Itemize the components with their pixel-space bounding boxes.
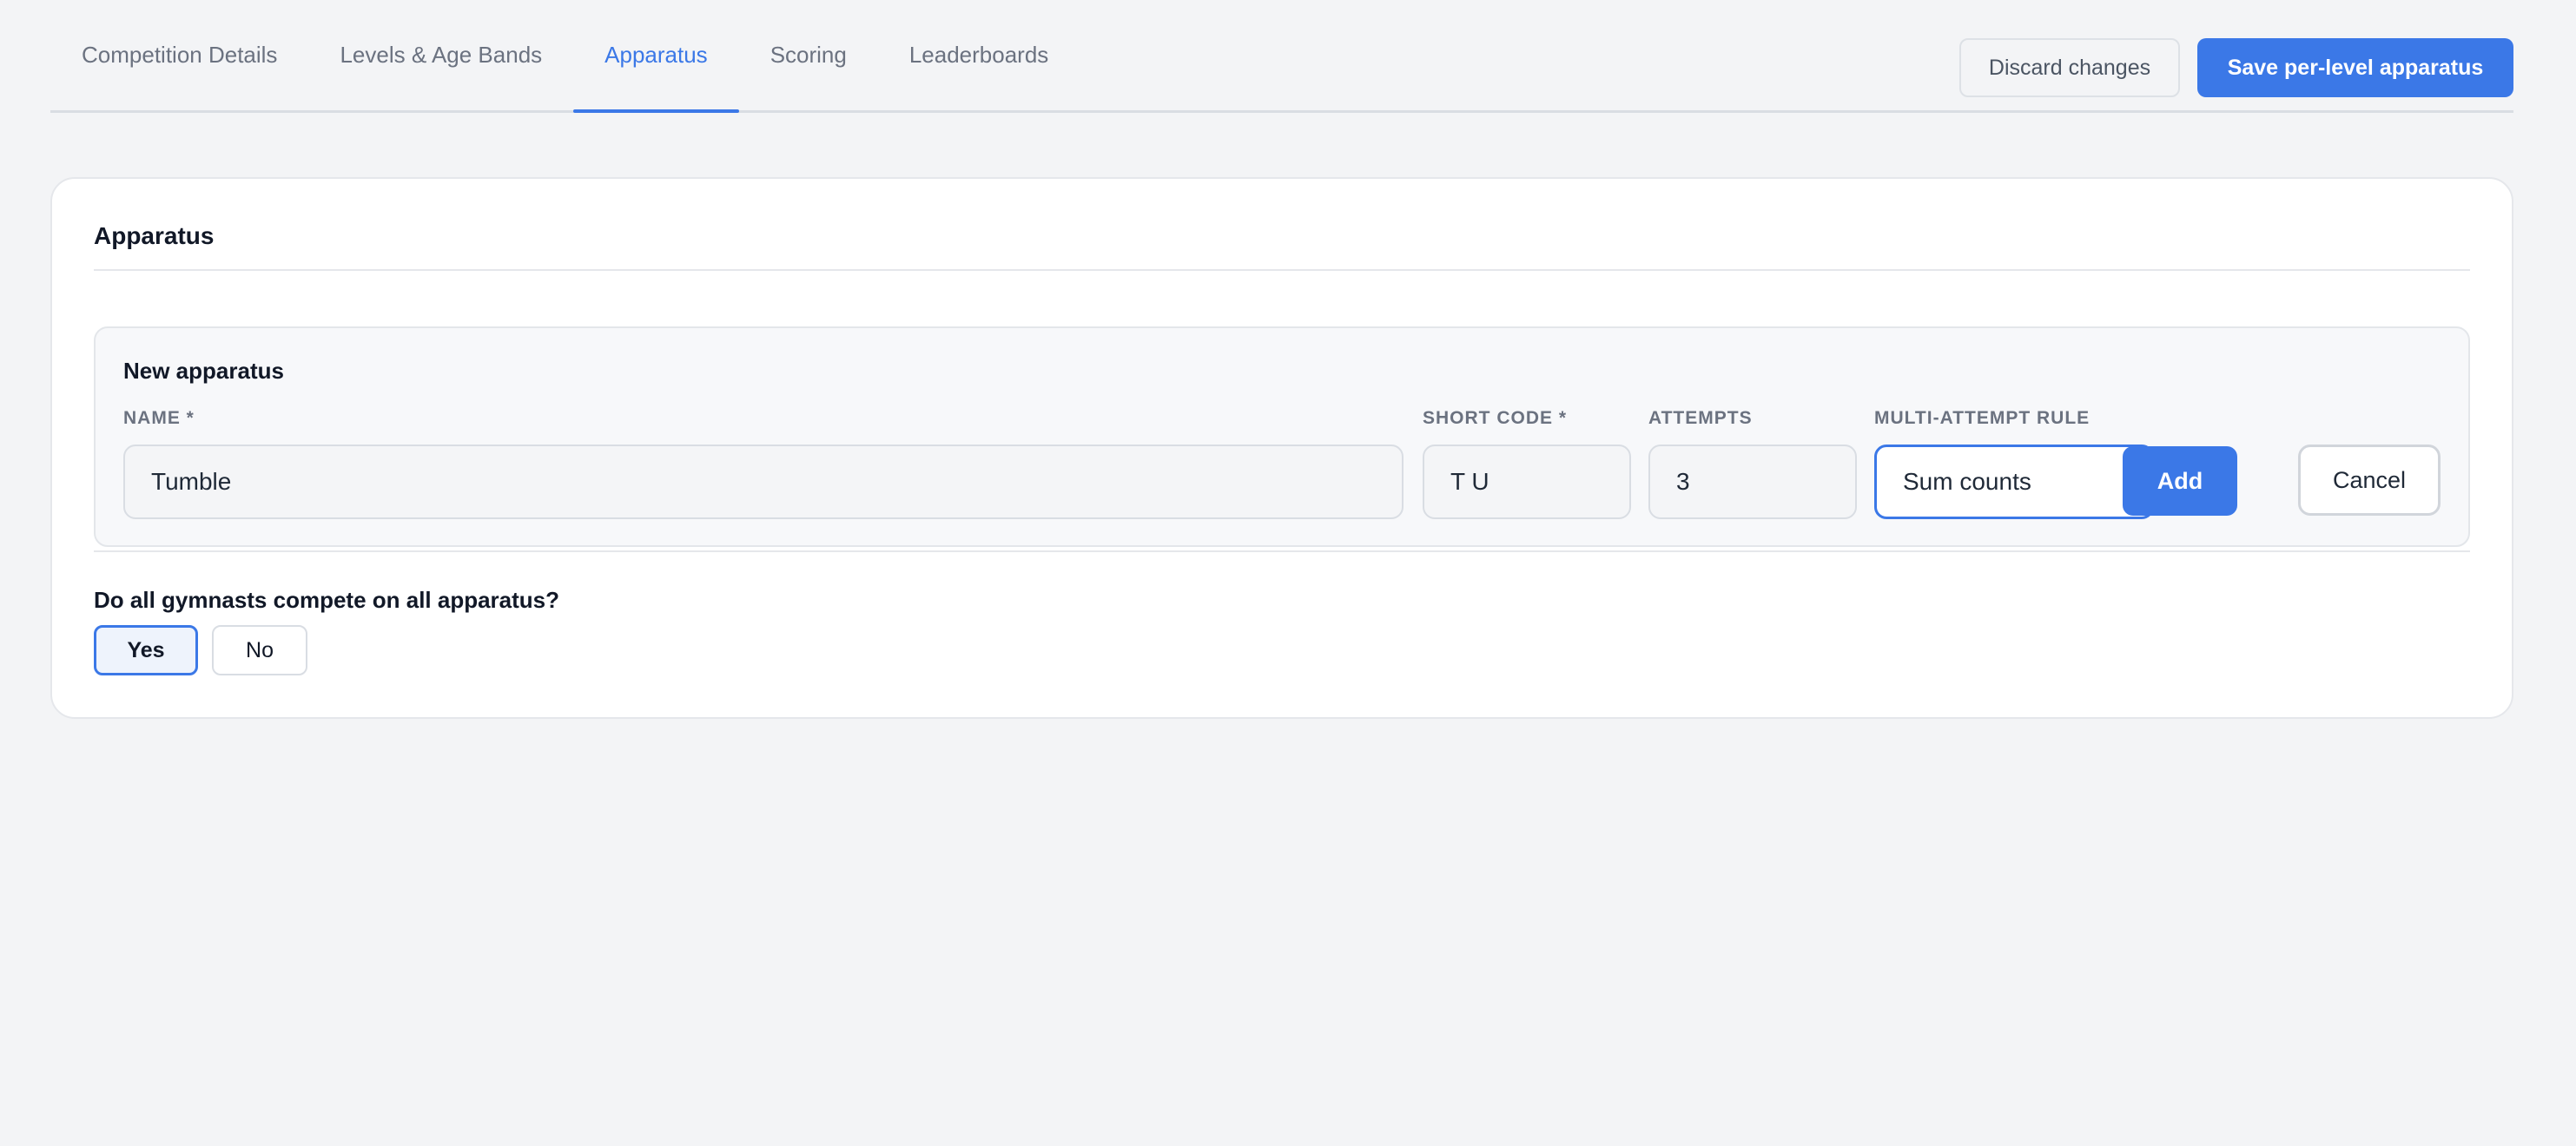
tab-label: Competition Details [82, 42, 278, 68]
cancel-apparatus-button[interactable]: Cancel [2298, 445, 2441, 516]
multi-attempt-rule-label: MULTI-ATTEMPT RULE [1874, 408, 2091, 428]
new-apparatus-title: New apparatus [123, 358, 284, 384]
card-divider [94, 269, 2470, 271]
section-divider [94, 550, 2470, 552]
tab-apparatus[interactable]: Apparatus [573, 0, 739, 113]
all-apparatus-yes-button[interactable]: Yes [94, 625, 198, 675]
card-title: Apparatus [94, 222, 215, 249]
short-code-label: SHORT CODE * [1423, 408, 1568, 428]
tab-leaderboards[interactable]: Leaderboards [878, 0, 1080, 110]
name-label: NAME * [123, 408, 195, 428]
tab-levels-age-bands[interactable]: Levels & Age Bands [308, 0, 573, 110]
short-code-input[interactable] [1423, 445, 1631, 519]
new-apparatus-panel: New apparatus NAME * SHORT CODE * ATTEMP… [94, 326, 2470, 547]
tab-label: Levels & Age Bands [340, 42, 543, 68]
add-apparatus-button[interactable]: Add [2123, 446, 2237, 516]
all-apparatus-no-button[interactable]: No [212, 625, 307, 675]
tab-label: Scoring [769, 42, 847, 68]
tab-scoring[interactable]: Scoring [739, 0, 878, 110]
save-per-level-apparatus-button[interactable]: Save per-level apparatus [2197, 38, 2513, 97]
name-input[interactable] [123, 445, 1404, 519]
tab-competition-details[interactable]: Competition Details [50, 0, 308, 110]
tab-label: Leaderboards [908, 42, 1049, 68]
all-apparatus-question: Do all gymnasts compete on all apparatus… [94, 587, 560, 613]
tab-label: Apparatus [604, 42, 708, 68]
multi-attempt-rule-input[interactable] [1874, 445, 2154, 519]
attempts-input[interactable] [1648, 445, 1857, 519]
tab-list: Competition Details Levels & Age Bands A… [50, 0, 1080, 113]
discard-changes-button[interactable]: Discard changes [1959, 38, 2180, 97]
attempts-label: ATTEMPTS [1648, 408, 1753, 428]
